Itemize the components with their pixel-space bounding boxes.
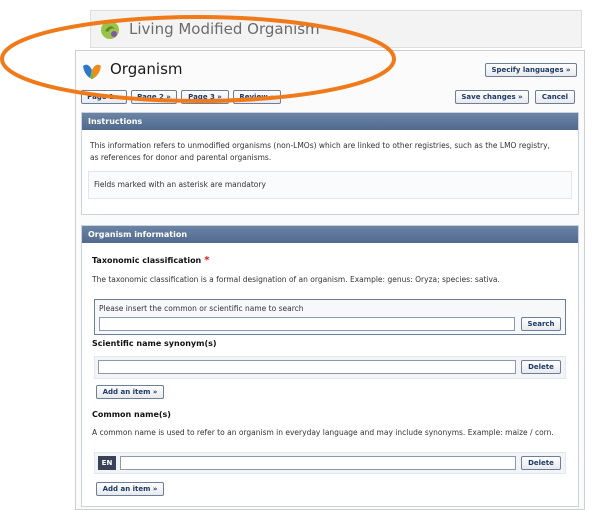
instructions-section: Instructions This information refers to … xyxy=(81,112,579,215)
organism-information-header: Organism information xyxy=(82,226,578,243)
cancel-button[interactable]: Cancel xyxy=(535,90,575,104)
synonym-add-item-button[interactable]: Add an item » xyxy=(96,385,164,399)
save-changes-button[interactable]: Save changes » xyxy=(455,90,529,104)
synonym-label: Scientific name synonym(s) xyxy=(92,339,217,348)
synonym-delete-button[interactable]: Delete xyxy=(521,360,561,374)
page-title: Organism xyxy=(110,60,183,78)
lmo-logo-icon xyxy=(101,21,119,39)
organism-information-section: Organism information Taxonomic classific… xyxy=(81,225,579,507)
taxonomic-classification-label: Taxonomic classification * xyxy=(92,255,210,266)
search-button[interactable]: Search xyxy=(521,317,561,331)
common-names-description: A common name is used to refer to an org… xyxy=(92,428,554,437)
mandatory-note-box: Fields marked with an asterisk are manda… xyxy=(88,171,572,199)
language-badge-en: EN xyxy=(98,456,116,470)
mandatory-note: Fields marked with an asterisk are manda… xyxy=(94,180,266,189)
organism-logo-icon xyxy=(83,64,101,79)
search-hint: Please insert the common or scientific n… xyxy=(99,304,304,313)
tab-review[interactable]: Review » xyxy=(233,90,281,104)
taxonomy-search-box: Please insert the common or scientific n… xyxy=(94,299,566,335)
specify-languages-button[interactable]: Specify languages » xyxy=(485,63,577,77)
tab-page-2[interactable]: Page 2 » xyxy=(131,90,177,104)
common-name-input[interactable] xyxy=(120,456,516,470)
instructions-header: Instructions xyxy=(82,113,578,130)
organism-form-panel: Organism Specify languages » Page 1 » Pa… xyxy=(75,50,585,510)
tab-page-1[interactable]: Page 1 » xyxy=(81,90,127,104)
common-name-delete-button[interactable]: Delete xyxy=(521,456,561,470)
background-title: Living Modified Organism xyxy=(129,20,320,38)
synonym-input[interactable] xyxy=(98,360,516,374)
common-name-add-item-button[interactable]: Add an item » xyxy=(96,482,164,496)
common-names-label: Common name(s) xyxy=(92,410,171,419)
tab-page-3[interactable]: Page 3 » xyxy=(181,90,229,104)
taxonomic-description: The taxonomic classification is a formal… xyxy=(92,275,500,284)
taxonomy-search-input[interactable] xyxy=(99,317,515,331)
instructions-text: This information refers to unmodified or… xyxy=(90,141,550,162)
required-asterisk: * xyxy=(204,255,210,266)
background-window-header: Living Modified Organism xyxy=(90,10,582,48)
